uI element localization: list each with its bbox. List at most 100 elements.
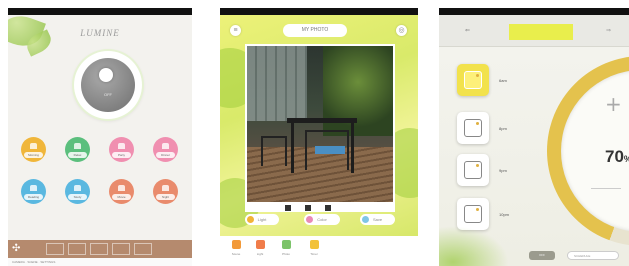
tab-label: Photo xyxy=(282,252,290,256)
dial-face: OFF xyxy=(81,58,135,112)
timer-icon xyxy=(464,71,482,89)
scene-button[interactable]: Movie xyxy=(109,179,134,204)
scene-icon xyxy=(74,185,81,191)
timer-icon xyxy=(464,161,482,179)
photo-screen: ≡ MY PHOTO ◎ Light Color Save Scene Light Ph… xyxy=(220,8,418,266)
action-button[interactable]: Light xyxy=(245,214,279,225)
scene-label: Reading xyxy=(27,195,40,199)
tab-item[interactable]: Photo xyxy=(276,240,296,256)
tab-item[interactable]: Scene xyxy=(226,240,246,256)
scene-button[interactable]: Relax xyxy=(65,137,90,162)
photo-wall xyxy=(247,46,307,121)
leaf-decoration xyxy=(439,226,509,266)
tool-icon[interactable] xyxy=(325,205,331,211)
forward-icon[interactable]: ⇒ xyxy=(606,27,611,34)
level-value: 70 xyxy=(605,147,624,166)
photo-chair xyxy=(261,136,287,166)
plus-button[interactable]: + xyxy=(605,94,622,114)
scene-icon xyxy=(162,143,169,149)
dial-state: OFF xyxy=(104,92,112,97)
menu-icon[interactable]: ≡ xyxy=(230,25,241,36)
scene-label: Party xyxy=(117,153,125,157)
scene-icon xyxy=(74,143,81,149)
scene-button[interactable]: Study xyxy=(65,179,90,204)
timer-icon xyxy=(464,119,482,137)
timer-label: 9pm xyxy=(499,168,507,173)
button-dot-icon xyxy=(306,216,313,223)
tab-label: Scene xyxy=(231,252,241,256)
status-bar xyxy=(8,8,192,15)
scene-button[interactable]: Night xyxy=(153,179,178,204)
camera-strip[interactable]: ✣ xyxy=(8,240,192,258)
scene-button[interactable]: Reading xyxy=(21,179,46,204)
table-leg xyxy=(291,123,294,173)
photo-cushion xyxy=(315,146,345,154)
scene-icon xyxy=(30,143,37,149)
schedule-button[interactable]: SCHEDULE xyxy=(567,251,619,260)
fan-icon[interactable]: ✣ xyxy=(12,243,23,254)
app-title: LUMINE xyxy=(80,28,120,38)
scene-button[interactable]: Morning xyxy=(21,137,46,162)
level-ring[interactable]: + 70% xyxy=(547,56,629,246)
scene-icon xyxy=(162,185,169,191)
tool-icon[interactable] xyxy=(305,205,311,211)
screen-title: MY PHOTO xyxy=(283,24,347,37)
timer-card[interactable] xyxy=(457,154,489,186)
off-button[interactable]: OFF xyxy=(529,251,555,260)
status-bar xyxy=(439,8,629,15)
minus-button[interactable] xyxy=(591,188,621,189)
scene-button[interactable]: Party xyxy=(109,137,134,162)
button-dot-icon xyxy=(247,216,254,223)
edit-toolbar[interactable] xyxy=(245,204,395,212)
camera-thumb[interactable] xyxy=(90,243,108,255)
button-label: Color xyxy=(317,217,327,222)
dial-knob[interactable] xyxy=(99,68,113,82)
tool-icon[interactable] xyxy=(285,205,291,211)
scene-label: Study xyxy=(73,195,82,199)
tab-label: Timer xyxy=(310,252,318,256)
timer-card[interactable] xyxy=(457,64,489,96)
tab-icon xyxy=(281,240,291,249)
top-bar: ≡ MY PHOTO ◎ xyxy=(220,16,418,44)
header: ⇐ ⇒ xyxy=(439,15,629,47)
camera-thumb[interactable] xyxy=(112,243,130,255)
camera-thumb[interactable] xyxy=(68,243,86,255)
timer-label: 8pm xyxy=(499,126,507,131)
power-dial[interactable]: OFF xyxy=(74,51,142,119)
scene-label: Movie xyxy=(117,195,126,199)
scene-icon xyxy=(30,185,37,191)
photo-table xyxy=(287,118,357,123)
action-button[interactable]: Color xyxy=(304,214,340,225)
level-dial: + 70% xyxy=(561,70,629,232)
timer-label: 10pm xyxy=(499,212,510,217)
scene-label: Dinner xyxy=(161,153,170,157)
back-icon[interactable]: ⇐ xyxy=(465,28,475,34)
scene-icon xyxy=(118,185,125,191)
button-dot-icon xyxy=(362,216,369,223)
camera-thumb[interactable] xyxy=(134,243,152,255)
camera-thumb[interactable] xyxy=(46,243,64,255)
tab-item[interactable]: Light xyxy=(250,240,270,256)
tab-label: Light xyxy=(256,252,264,256)
tab-bar: Scene Light Photo Timer xyxy=(220,236,418,266)
tab-icon xyxy=(231,240,241,249)
tab-icon xyxy=(255,240,265,249)
table-leg xyxy=(351,123,354,173)
timer-screen: ⇐ ⇒ 6am 8pm 9pm 10pm + 70% OFF SCHEDULE xyxy=(439,8,629,266)
timer-card[interactable] xyxy=(457,112,489,144)
level-readout: 70% xyxy=(605,148,629,168)
scene-icon xyxy=(118,143,125,149)
timer-label: 6am xyxy=(499,78,507,83)
button-label: Save xyxy=(372,217,383,222)
camera-icon[interactable]: ◎ xyxy=(396,25,407,36)
scene-button[interactable]: Dinner xyxy=(153,137,178,162)
tab-item[interactable]: Timer xyxy=(304,240,324,256)
tab-icon xyxy=(309,240,319,249)
room-photo[interactable] xyxy=(245,44,395,204)
button-label: Light xyxy=(257,217,267,222)
home-screen: LUMINE OFF Morning Relax Party Dinner Readin… xyxy=(8,8,192,266)
action-button[interactable]: Save xyxy=(360,214,395,225)
status-bar xyxy=(220,8,418,15)
header-title-block xyxy=(509,24,573,40)
scene-label: Night xyxy=(161,195,169,199)
